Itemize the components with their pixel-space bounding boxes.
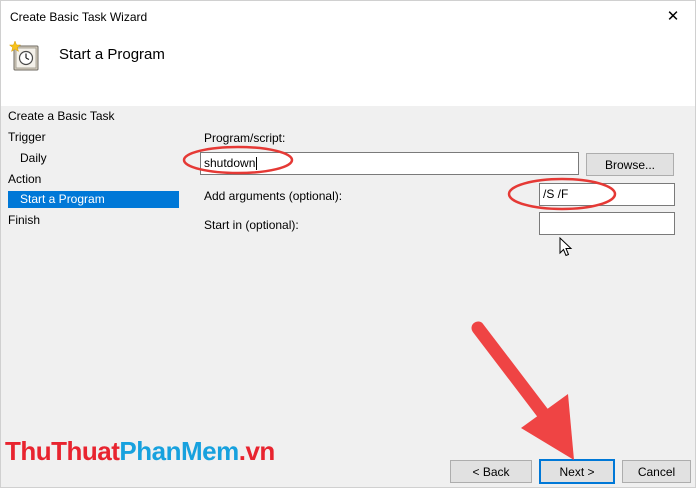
start-in-label: Start in (optional):	[204, 218, 299, 232]
add-arguments-label: Add arguments (optional):	[204, 189, 343, 203]
page-title: Start a Program	[59, 46, 165, 63]
wizard-window: Create Basic Task Wizard ✕ Start a Progr…	[0, 0, 696, 488]
window-title: Create Basic Task Wizard	[10, 10, 148, 24]
watermark-part-3: .vn	[238, 436, 276, 466]
watermark-part-1: ThuThuat	[5, 436, 120, 466]
text-caret	[256, 157, 258, 171]
task-scheduler-clock-icon	[9, 40, 39, 71]
title-bar: Create Basic Task Wizard ✕	[1, 1, 695, 32]
back-button[interactable]: < Back	[450, 460, 532, 483]
program-script-input[interactable]: shutdown	[200, 152, 579, 175]
program-script-label: Program/script:	[204, 131, 286, 145]
mouse-pointer-icon	[559, 237, 573, 257]
step-daily[interactable]: Daily	[20, 150, 178, 167]
step-create-basic-task[interactable]: Create a Basic Task	[8, 108, 178, 125]
step-trigger[interactable]: Trigger	[8, 129, 178, 146]
step-start-a-program[interactable]: Start a Program	[8, 191, 179, 208]
next-button[interactable]: Next >	[539, 459, 615, 484]
step-action[interactable]: Action	[8, 171, 178, 188]
watermark-logo: ThuThuatPhanMem.vn	[5, 436, 275, 467]
wizard-header: Start a Program	[1, 32, 695, 106]
close-button[interactable]: ✕	[651, 1, 695, 31]
start-in-input[interactable]	[539, 212, 675, 235]
step-finish[interactable]: Finish	[8, 212, 178, 229]
add-arguments-input[interactable]: /S /F	[539, 183, 675, 206]
watermark-part-2: PhanMem	[119, 436, 239, 466]
add-arguments-value: /S /F	[543, 187, 569, 201]
wizard-steps: Create a Basic Task Trigger Daily Action…	[1, 106, 183, 488]
browse-button[interactable]: Browse...	[586, 153, 674, 176]
program-script-value: shutdown	[204, 156, 256, 170]
cancel-button[interactable]: Cancel	[622, 460, 691, 483]
